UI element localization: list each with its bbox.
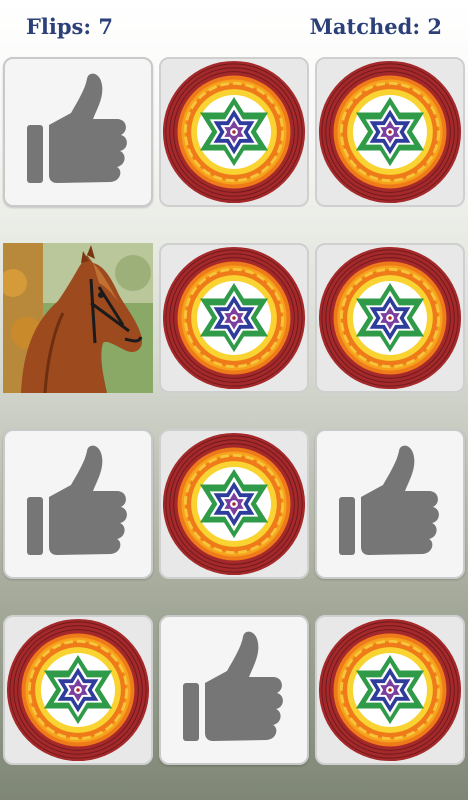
thumbs-up-icon	[317, 431, 465, 579]
card-face-down[interactable]	[315, 429, 465, 579]
sri-yantra-mandala-image	[317, 617, 463, 763]
card-face-up[interactable]	[3, 243, 153, 393]
sri-yantra-mandala-image	[317, 245, 463, 391]
sri-yantra-mandala-image	[317, 59, 463, 205]
sri-yantra-mandala-image	[161, 245, 307, 391]
sri-yantra-mandala-image	[5, 617, 151, 763]
card-face-up[interactable]	[315, 57, 465, 207]
card-face-down[interactable]	[159, 615, 309, 765]
matched-counter: Matched: 2	[309, 14, 442, 39]
sri-yantra-mandala-image	[161, 59, 307, 205]
card-grid	[3, 57, 465, 765]
thumbs-up-icon	[5, 59, 153, 207]
card-face-up[interactable]	[315, 243, 465, 393]
thumbs-up-icon	[161, 617, 309, 765]
card-face-down[interactable]	[3, 57, 153, 207]
card-face-up[interactable]	[159, 429, 309, 579]
sri-yantra-mandala-image	[161, 431, 307, 577]
horse-photo-image	[3, 243, 153, 393]
card-face-up[interactable]	[315, 615, 465, 765]
card-face-down[interactable]	[3, 429, 153, 579]
card-face-up[interactable]	[159, 243, 309, 393]
header-bar: Flips: 7 Matched: 2	[0, 0, 468, 56]
card-face-up[interactable]	[159, 57, 309, 207]
thumbs-up-icon	[5, 431, 153, 579]
flips-counter: Flips: 7	[26, 14, 114, 39]
card-face-up[interactable]	[3, 615, 153, 765]
